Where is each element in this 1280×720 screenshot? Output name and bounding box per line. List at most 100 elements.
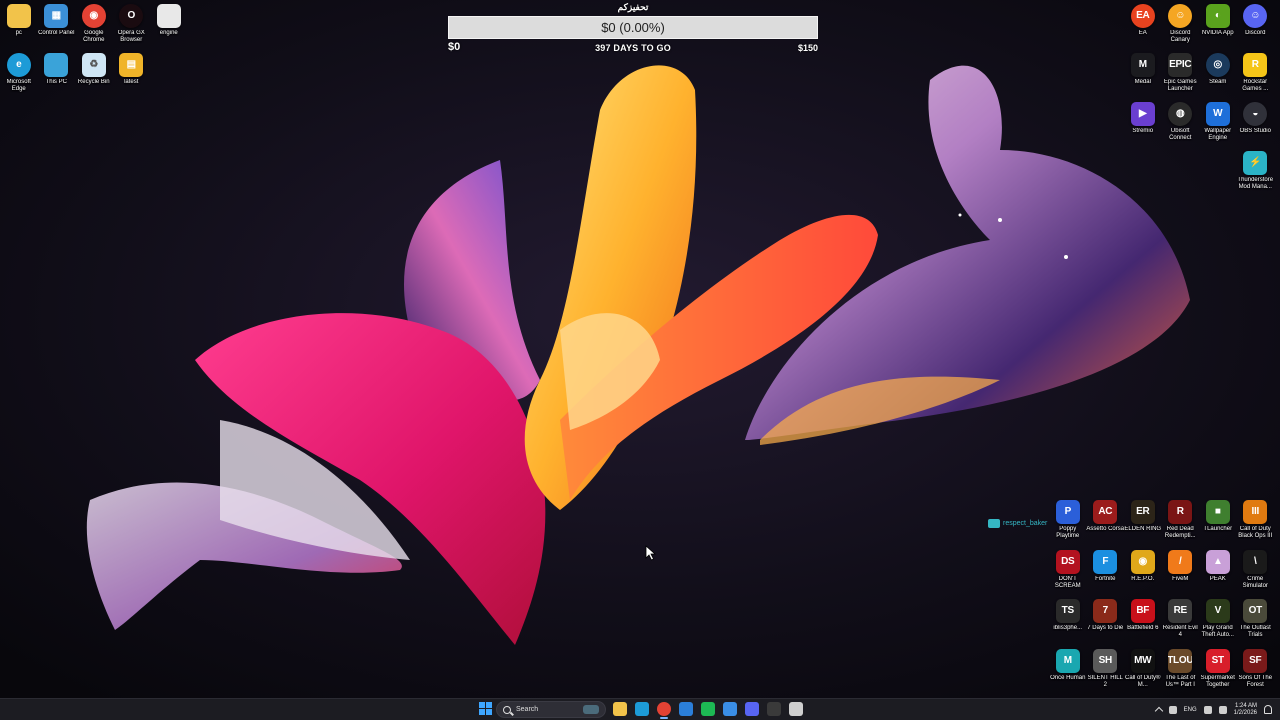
desktop-shortcut[interactable]: P Poppy Playtime (1049, 498, 1087, 547)
desktop-shortcut[interactable]: ♻ Recycle Bin (75, 51, 113, 100)
fivem-icon: / (1168, 549, 1193, 574)
volume-icon[interactable] (1218, 705, 1227, 714)
desktop-shortcut[interactable]: F Fortnite (1087, 548, 1125, 597)
epic-games-icon: EPIC (1168, 53, 1193, 77)
desktop-shortcut[interactable]: MW Call of Duty® M... (1124, 647, 1162, 696)
desktop-shortcut[interactable]: ▦ Control Panel (38, 2, 76, 51)
desktop-shortcut[interactable]: O Opera GX Browser (113, 2, 151, 51)
microphone-icon[interactable] (1168, 705, 1177, 714)
desktop-shortcut[interactable]: / FiveM (1162, 548, 1200, 597)
desktop-shortcut[interactable]: ▲ PEAK (1199, 548, 1237, 597)
ea-icon: EA (1130, 4, 1155, 28)
desktop-shortcut-label: Discord (1245, 30, 1266, 36)
ubisoft-icon: ◍ (1168, 102, 1193, 126)
desktop-shortcut[interactable]: ◎ Steam (1199, 51, 1237, 100)
terminal-icon[interactable] (767, 702, 781, 716)
tray-overflow-chevron-icon[interactable] (1154, 706, 1163, 716)
desktop-shortcut[interactable]: e Microsoft Edge (0, 51, 38, 100)
desktop-shortcut[interactable]: W Wallpaper Engine (1199, 100, 1237, 149)
desktop-shortcut[interactable]: AC Assetto Corsa (1086, 498, 1124, 547)
desktop-shortcut[interactable]: DS DON'T SCREAM (1049, 548, 1087, 597)
desktop-shortcut[interactable]: 7 7 Days to Die (1087, 597, 1125, 646)
discord-icon[interactable] (745, 702, 759, 716)
desktop-shortcut-label: NVIDIA App (1201, 30, 1234, 36)
desktop-shortcut[interactable]: RE Resident Evil 4 (1162, 597, 1200, 646)
desktop-shortcut[interactable]: ☺ Discord Canary (1162, 2, 1200, 51)
thunderstore-icon: ⚡ (1243, 151, 1268, 175)
opera-gx-icon: O (119, 4, 144, 28)
spotify-icon[interactable] (701, 702, 715, 716)
desktop-shortcut[interactable]: TLOU The Last of Us™ Part I (1162, 647, 1200, 696)
rockstar-icon: R (1243, 53, 1268, 77)
taskbar-search[interactable]: Search (496, 701, 606, 718)
edge-icon: e (6, 53, 31, 77)
desktop-shortcut[interactable]: SF Sons Of The Forest (1237, 647, 1275, 696)
desktop-shortcut-label: Battlefield 6 (1127, 625, 1159, 631)
desktop-shortcut[interactable]: ■ TLauncher (1199, 498, 1237, 547)
goal-title: تحفيزكم (617, 2, 649, 12)
desktop-icons-right-bottom: P Poppy Playtime AC Assetto Corsa ER ELDEN RI… (1049, 498, 1274, 696)
desktop-shortcut-label: Crime Simulator (1242, 575, 1268, 589)
discord-icon: ☺ (1243, 4, 1268, 28)
desktop-shortcut-label: TLauncher (1203, 526, 1233, 532)
goal-days-label: 397 DAYS TO GO (595, 43, 671, 53)
desktop-shortcut[interactable]: III Call of Duty Black Ops III (1237, 498, 1275, 547)
desktop-shortcut[interactable]: ST Supermarket Together (1199, 647, 1237, 696)
desktop-shortcut-label: Fortnite (1095, 575, 1116, 582)
goal-amount: $0 (0.00%) (601, 20, 665, 35)
desktop-shortcut[interactable]: ⚡ Thunderstore Mod Mana... (1237, 149, 1275, 198)
store-icon[interactable] (679, 702, 693, 716)
desktop-shortcut[interactable]: R Red Dead Redempti... (1162, 498, 1200, 547)
edge-icon[interactable] (635, 702, 649, 716)
desktop-shortcut-label: Poppy Playtime (1056, 526, 1080, 540)
desktop-shortcut[interactable]: engine (150, 2, 188, 51)
desktop-shortcut[interactable]: OT The Outlast Trials (1237, 597, 1275, 646)
desktop-shortcut[interactable]: V Play Grand Theft Auto... (1199, 597, 1237, 646)
notification-bell-icon[interactable] (1264, 705, 1272, 714)
desktop-shortcut[interactable]: ▤ latest (113, 51, 151, 100)
desktop-shortcut-label: Resident Evil 4 (1162, 625, 1198, 639)
desktop-shortcut[interactable]: ER ELDEN RING (1124, 498, 1162, 547)
mouse-cursor-icon (645, 545, 657, 561)
desktop-shortcut[interactable]: SH SILENT HILL 2 (1087, 647, 1125, 696)
desktop-shortcut[interactable]: ◐ NVIDIA App (1199, 2, 1237, 51)
desktop-shortcut-label: Red Dead Redempti... (1164, 526, 1196, 540)
desktop-shortcut[interactable]: ☺ Discord (1237, 2, 1275, 51)
desktop-shortcut[interactable]: TS iblis3phe... (1049, 597, 1087, 646)
desktop-shortcut[interactable]: M Medal (1124, 51, 1162, 100)
desktop-shortcut[interactable]: BF Battlefield 6 (1124, 597, 1162, 646)
start-button[interactable] (479, 702, 493, 716)
file-explorer-icon[interactable] (613, 702, 627, 716)
desktop-shortcut-label: Control Panel (38, 30, 75, 36)
desktop-shortcut[interactable]: \ Crime Simulator (1237, 548, 1275, 597)
desktop-shortcut[interactable]: M Once Human (1049, 647, 1087, 696)
desktop-shortcut[interactable]: ◍ Ubisoft Connect (1162, 100, 1200, 149)
desktop-shortcut[interactable]: ▶ Stremio (1124, 100, 1162, 149)
red-dead-icon: R (1168, 500, 1193, 524)
language-indicator[interactable]: ENG (1184, 707, 1197, 713)
desktop-shortcut[interactable]: ◉ Google Chrome (75, 2, 113, 51)
clock-date: 1/2/2026 (1233, 709, 1257, 716)
desktop-shortcut-label: Play Grand Theft Auto... (1201, 625, 1234, 639)
desktop-shortcut[interactable]: pc (0, 2, 38, 51)
desktop-shortcut-label: R.E.P.O. (1131, 575, 1155, 582)
obs-icon[interactable] (789, 702, 803, 716)
desktop-shortcut[interactable]: This PC (38, 51, 76, 100)
desktop-shortcut-label: latest (124, 79, 139, 85)
desktop-shortcut-label: Medal (1134, 79, 1151, 85)
goal-progress-bar: $0 (0.00%) (448, 16, 818, 39)
desktop-shortcut[interactable]: ◉ R.E.P.O. (1124, 548, 1162, 597)
network-icon[interactable] (1203, 705, 1212, 714)
desktop-shortcut[interactable]: EPIC Epic Games Launcher (1162, 51, 1200, 100)
taskbar-clock[interactable]: 1:24 AM 1/2/2026 (1234, 703, 1257, 717)
desktop-shortcut-label: OBS Studio (1239, 128, 1271, 134)
desktop-shortcut-label: Recycle Bin (77, 79, 110, 85)
assetto-corsa-icon: AC (1093, 500, 1118, 524)
chrome-icon[interactable] (657, 702, 671, 719)
desktop-shortcut[interactable]: R Rockstar Games ... (1237, 51, 1275, 100)
desktop-shortcut[interactable]: ◒ OBS Studio (1237, 100, 1275, 149)
desktop-shortcut[interactable]: EA EA (1124, 2, 1162, 51)
desktop-shortcut-label: FiveM (1172, 575, 1189, 582)
goal-max-label: $150 (797, 43, 818, 53)
mail-icon[interactable] (723, 702, 737, 716)
